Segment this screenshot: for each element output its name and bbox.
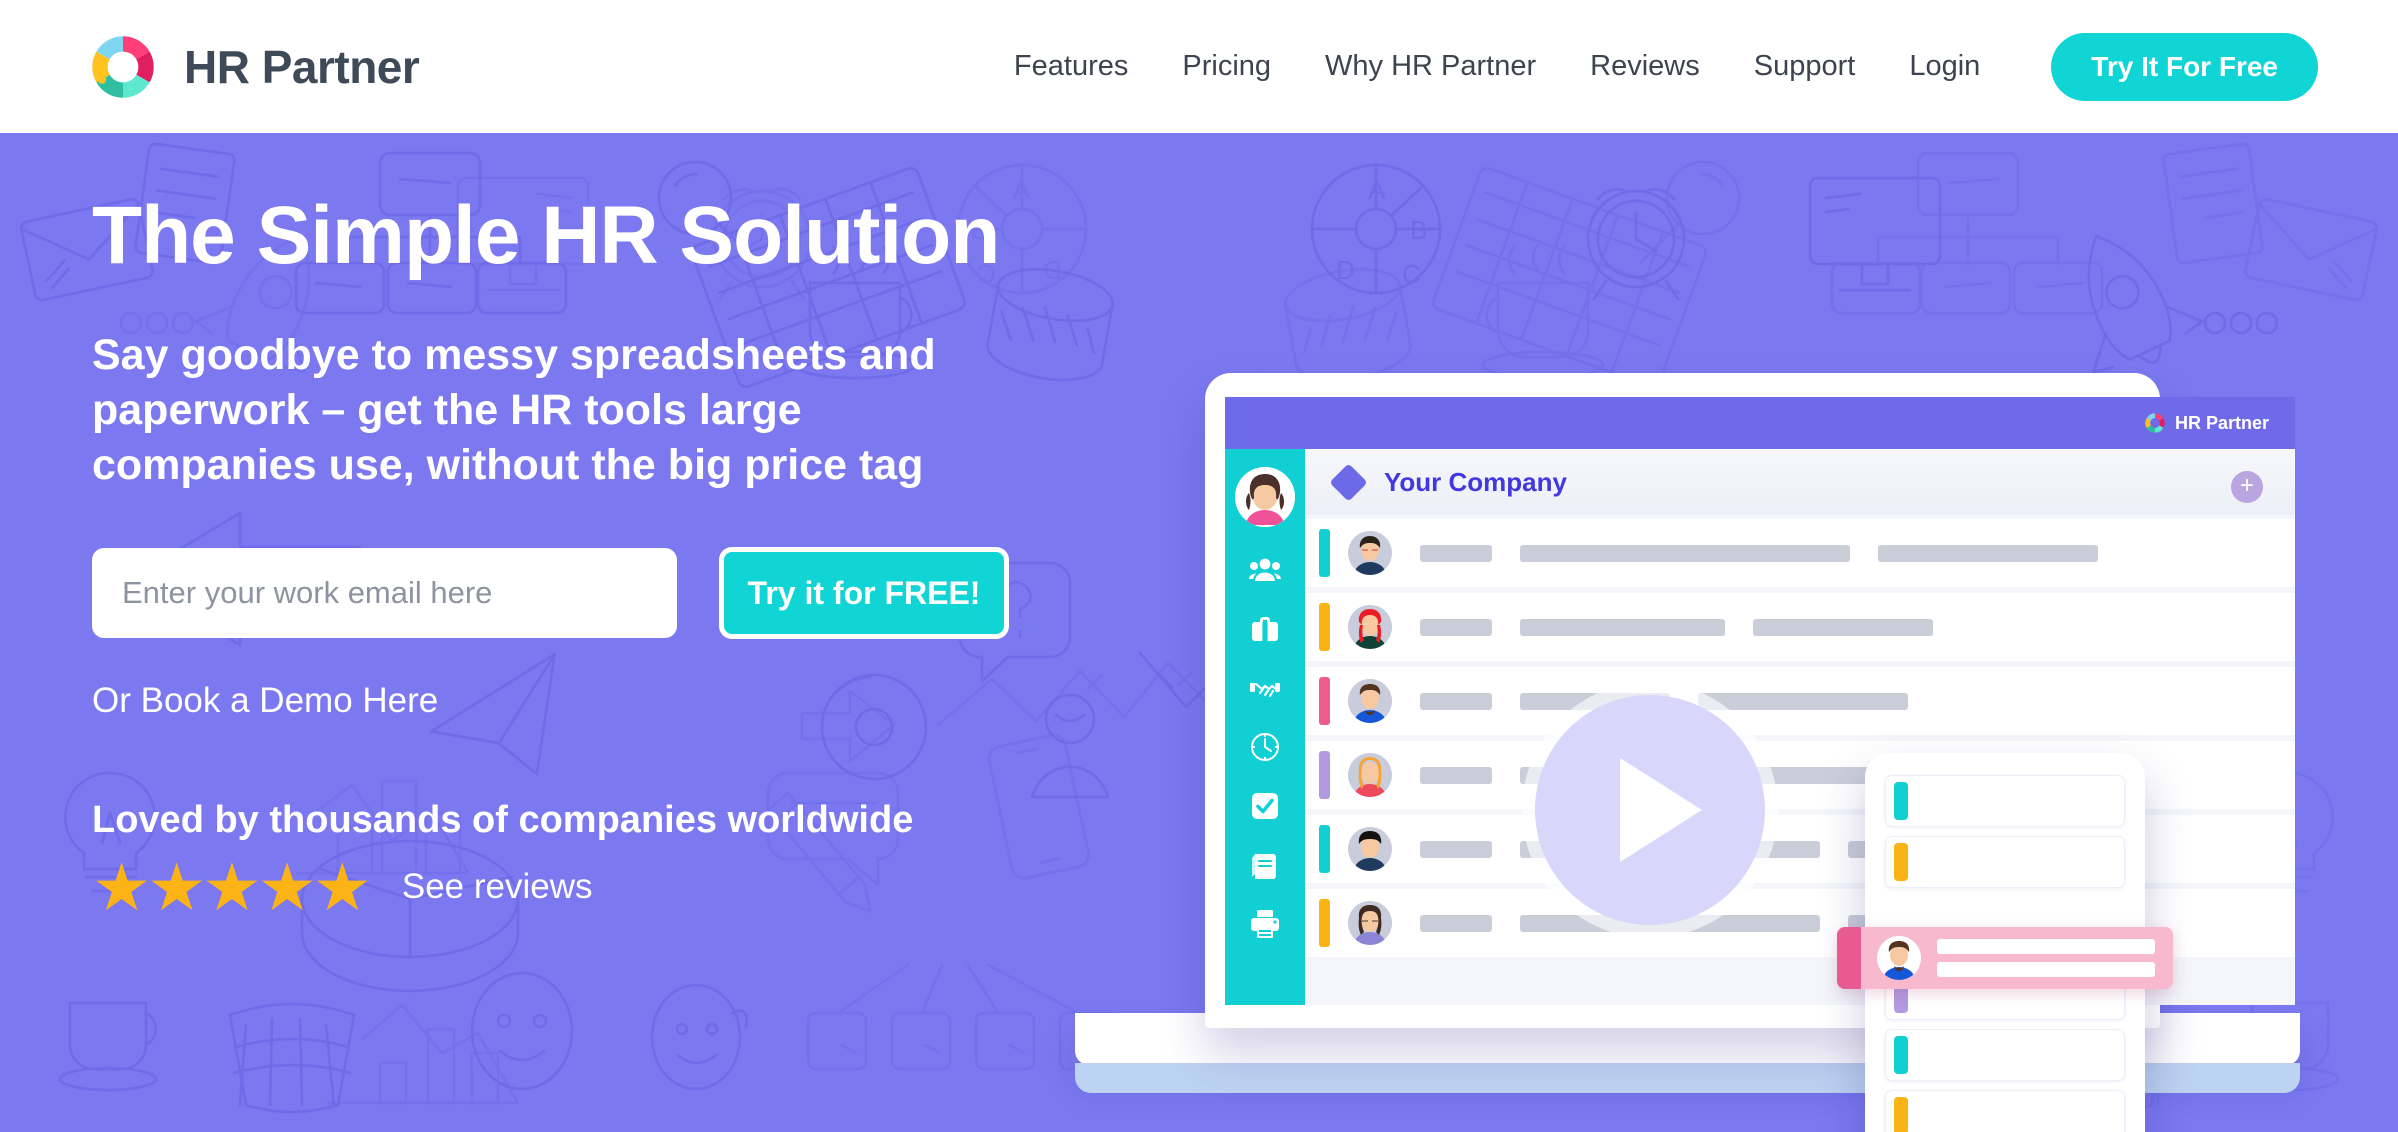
avatar	[1348, 679, 1392, 723]
briefcase-icon[interactable]	[1249, 613, 1281, 645]
row-accent-bar	[1894, 782, 1908, 820]
placeholder-bar	[1520, 544, 1850, 562]
placeholder-bar	[1420, 544, 1492, 562]
book-a-demo-link[interactable]: Or Book a Demo Here	[92, 681, 438, 721]
row-accent-bar	[1319, 825, 1330, 873]
nav-link-features[interactable]: Features	[987, 50, 1155, 83]
star-rating: ★ ★ ★ ★ ★ See reviews	[92, 854, 1102, 920]
app-topbar: HR Partner	[1225, 397, 2295, 449]
table-row[interactable]	[1305, 815, 2295, 883]
signup-form: Try it for FREE!	[92, 547, 1102, 639]
app-pinwheel-logo-icon	[2144, 412, 2166, 434]
placeholder-bar	[1520, 618, 1725, 636]
list-item[interactable]	[1885, 1029, 2125, 1081]
list-item[interactable]	[1885, 1090, 2125, 1132]
list-item[interactable]	[1885, 836, 2125, 888]
brand-logo[interactable]: HR Partner	[88, 32, 420, 102]
diamond-icon	[1329, 462, 1368, 502]
employee-list	[1305, 515, 2295, 957]
social-proof-text: Loved by thousands of companies worldwid…	[92, 799, 914, 841]
avatar	[1877, 936, 1921, 980]
row-accent-bar	[1319, 603, 1330, 651]
highlight-placeholder-lines	[1937, 939, 2155, 977]
main-navigation: Features Pricing Why HR Partner Reviews …	[987, 32, 2318, 101]
row-accent-bar	[1894, 843, 1908, 881]
avatar	[1348, 531, 1392, 575]
avatar	[1348, 901, 1392, 945]
try-it-for-free-submit-button[interactable]: Try it for FREE!	[719, 547, 1009, 639]
row-accent-bar	[1319, 899, 1330, 947]
book-icon[interactable]	[1249, 849, 1281, 881]
brand-name: HR Partner	[184, 40, 420, 93]
nav-link-login[interactable]: Login	[1882, 50, 2007, 83]
star-icon: ★	[202, 850, 261, 924]
placeholder-bar	[1937, 939, 2155, 954]
nav-link-pricing[interactable]: Pricing	[1155, 50, 1298, 83]
row-accent-bar	[1894, 1036, 1908, 1074]
user-avatar[interactable]	[1235, 467, 1295, 527]
hero-section: ABCD	[0, 133, 2398, 1132]
row-accent-bar	[1894, 1097, 1908, 1132]
star-icon: ★	[92, 850, 151, 924]
avatar	[1348, 827, 1392, 871]
hr-partner-pinwheel-logo-icon	[88, 32, 158, 102]
highlighted-employee-row[interactable]	[1837, 927, 2173, 989]
placeholder-bar	[1420, 840, 1492, 858]
hero-subheadline: Say goodbye to messy spreadsheets and pa…	[92, 330, 936, 489]
add-employee-button[interactable]: +	[2231, 471, 2263, 503]
star-icon: ★	[257, 850, 317, 924]
clock-icon[interactable]	[1249, 731, 1281, 763]
placeholder-bar	[1698, 692, 1908, 710]
row-accent-bar	[1319, 677, 1330, 725]
row-accent-bar	[1837, 927, 1861, 989]
placeholder-bar	[1420, 914, 1492, 932]
people-group-icon[interactable]	[1249, 554, 1281, 586]
work-email-input[interactable]	[92, 548, 677, 638]
nav-link-reviews[interactable]: Reviews	[1563, 50, 1727, 83]
company-header: Your Company	[1305, 449, 2295, 515]
header-try-it-for-free-button[interactable]: Try It For Free	[2051, 32, 2318, 101]
placeholder-bar	[1937, 962, 2155, 977]
app-name-label: HR Partner	[2174, 412, 2269, 433]
see-reviews-link[interactable]: See reviews	[402, 867, 593, 907]
star-icon: ★	[312, 850, 372, 924]
row-accent-bar	[1319, 751, 1330, 799]
floating-employee-card	[1837, 753, 2173, 1132]
star-icon: ★	[147, 850, 206, 924]
placeholder-bar	[1753, 618, 1933, 636]
placeholder-bar	[1420, 618, 1492, 636]
play-video-button[interactable]	[1535, 695, 1765, 925]
play-triangle-icon	[1620, 758, 1702, 862]
handshake-icon[interactable]	[1249, 672, 1281, 704]
site-header: HR Partner Features Pricing Why HR Partn…	[0, 0, 2398, 133]
table-row[interactable]	[1305, 667, 2295, 735]
company-name-label: Your Company	[1384, 466, 1567, 497]
app-sidebar	[1225, 449, 1305, 1005]
product-screenshot-mockup: HR Partner Your Company +	[1075, 373, 2375, 1132]
table-row[interactable]	[1305, 741, 2295, 809]
placeholder-bar	[1420, 692, 1492, 710]
placeholder-bar	[1420, 766, 1492, 784]
nav-link-support[interactable]: Support	[1727, 50, 1883, 83]
avatar	[1348, 605, 1392, 649]
placeholder-bar	[1878, 544, 2098, 562]
hero-content: The Simple HR Solution Say goodbye to me…	[92, 190, 1102, 920]
table-row[interactable]	[1305, 519, 2295, 587]
list-item[interactable]	[1885, 775, 2125, 827]
table-row[interactable]	[1305, 593, 2295, 661]
page-title: The Simple HR Solution	[92, 190, 1000, 281]
nav-link-why-hr-partner[interactable]: Why HR Partner	[1298, 50, 1563, 83]
checkbox-icon[interactable]	[1249, 790, 1281, 822]
printer-icon[interactable]	[1249, 908, 1281, 940]
app-main-panel: Your Company +	[1305, 449, 2295, 1005]
row-accent-bar	[1319, 529, 1330, 577]
avatar	[1348, 753, 1392, 797]
